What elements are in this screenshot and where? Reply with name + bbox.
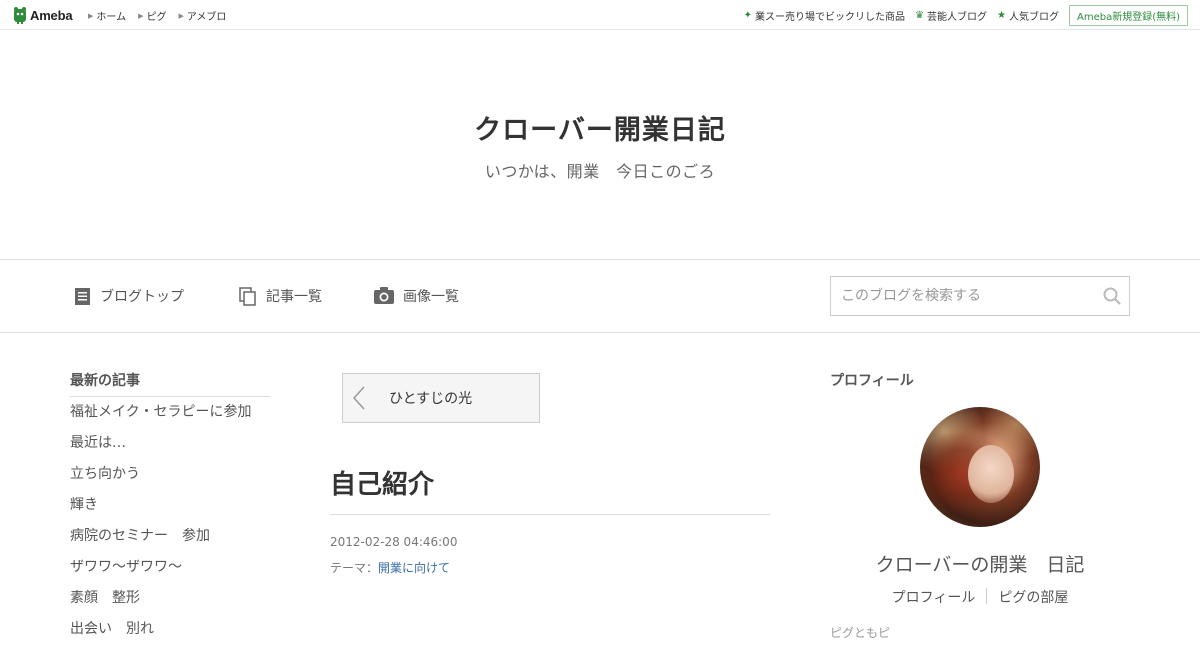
recent-entry-item[interactable]: 最近は…	[70, 428, 270, 459]
chevron-left-icon	[353, 386, 365, 410]
profile-name[interactable]: クローバーの開業 日記	[830, 550, 1130, 577]
recent-entries-title: 最新の記事	[70, 370, 270, 397]
document-icon	[75, 287, 90, 305]
celebrity-blogs-link[interactable]: ♛ 芸能人ブログ	[915, 8, 987, 23]
search-icon[interactable]	[1103, 287, 1121, 305]
prev-entry-label: ひとすじの光	[389, 391, 473, 407]
sparkle-icon: ✦	[743, 10, 753, 21]
signup-button[interactable]: Ameba新規登録(無料)	[1068, 5, 1188, 26]
caret-right-icon: ▶	[88, 11, 94, 20]
prev-entry-button[interactable]: ひとすじの光	[342, 373, 540, 423]
recent-entry-item[interactable]: ザワワ～ザワワ～	[70, 552, 270, 583]
recent-entry-item[interactable]: 輝き	[70, 490, 270, 521]
avatar-face	[968, 445, 1014, 503]
caret-right-icon: ▶	[138, 11, 144, 20]
camera-icon	[374, 287, 394, 304]
profile-links: プロフィール ピグの部屋	[830, 587, 1130, 607]
recent-entry-item[interactable]: 素顔 整形	[70, 583, 270, 614]
blog-top-link[interactable]: ブログトップ	[74, 286, 184, 306]
blog-subtitle: いつかは、開業 今日このごろ	[484, 162, 716, 181]
ameba-logo[interactable]: Ameba	[13, 6, 73, 24]
blog-nav: ブログトップ 記事一覧 画像一覧	[0, 259, 1200, 333]
star-icon: ★	[997, 10, 1006, 21]
caret-right-icon: ▶	[178, 11, 184, 20]
global-header: Ameba ▶ ホーム ▶ ピグ ▶ アメブロ ✦ 業スー売り場でビックリした商品 ♛…	[0, 0, 1200, 30]
recent-entries: 最新の記事 福祉メイク・セラピーに参加 最近は… 立ち向かう 輝き 病院のセミナ…	[70, 370, 270, 645]
celebrity-blogs-label: 芸能人ブログ	[927, 12, 988, 23]
entry-theme: テーマ：開業に向けて	[330, 559, 450, 576]
profile-link[interactable]: プロフィール	[892, 587, 976, 607]
entry-list-link[interactable]: 記事一覧	[239, 286, 322, 306]
logo-text: Ameba	[30, 7, 73, 23]
blog-search	[830, 276, 1130, 316]
global-nav-pigg[interactable]: ▶ ピグ	[138, 8, 167, 24]
profile-section: プロフィール	[830, 370, 1130, 396]
pigg-room-link[interactable]: ピグの部屋	[998, 587, 1068, 607]
entry-datetime: 2012-02-28 04:46:00	[330, 535, 458, 549]
global-nav-home[interactable]: ▶ ホーム	[88, 8, 127, 24]
pigg-friends-label: ピグともピ	[830, 626, 891, 640]
recent-entry-item[interactable]: 病院のセミナー 参加	[70, 521, 270, 552]
entry-title[interactable]: 自己紹介	[330, 464, 434, 501]
blog-title[interactable]: クローバー開業日記	[0, 108, 1200, 147]
blog-top-label: ブログトップ	[100, 289, 184, 305]
global-nav-ameblo-label: アメブロ	[186, 12, 227, 23]
image-list-label: 画像一覧	[403, 289, 459, 305]
global-nav-pigg-label: ピグ	[146, 12, 167, 23]
recent-entry-item[interactable]: 福祉メイク・セラピーに参加	[70, 397, 270, 428]
global-nav: ▶ ホーム ▶ ピグ ▶ アメブロ	[88, 8, 238, 24]
global-links: ✦ 業スー売り場でビックリした商品 ♛ 芸能人ブログ ★ 人気ブログ Ameba…	[744, 5, 1188, 26]
entry-list-label: 記事一覧	[266, 289, 322, 305]
recent-entries-list: 福祉メイク・セラピーに参加 最近は… 立ち向かう 輝き 病院のセミナー 参加 ザ…	[70, 397, 270, 645]
crown-icon: ♛	[915, 10, 925, 21]
entry-theme-prefix: テーマ：	[330, 561, 379, 575]
global-nav-home-label: ホーム	[96, 12, 127, 23]
ameba-logo-icon	[14, 7, 26, 24]
popular-blogs-label: 人気ブログ	[1008, 12, 1059, 23]
profile-title: プロフィール	[830, 373, 914, 389]
copy-documents-icon	[239, 286, 256, 306]
search-input[interactable]	[831, 277, 1091, 315]
popular-blogs-link[interactable]: ★ 人気ブログ	[997, 8, 1059, 23]
global-nav-ameblo[interactable]: ▶ アメブロ	[178, 8, 227, 24]
link-separator	[986, 588, 988, 604]
entry-theme-link[interactable]: 開業に向けて	[378, 561, 450, 575]
recent-entry-item[interactable]: 立ち向かう	[70, 459, 270, 490]
entry-divider	[330, 514, 770, 515]
trending-link-label: 業スー売り場でビックリした商品	[755, 12, 906, 23]
avatar[interactable]	[920, 407, 1040, 527]
image-list-link[interactable]: 画像一覧	[374, 286, 459, 306]
trending-link[interactable]: ✦ 業スー売り場でビックリした商品	[744, 8, 905, 23]
